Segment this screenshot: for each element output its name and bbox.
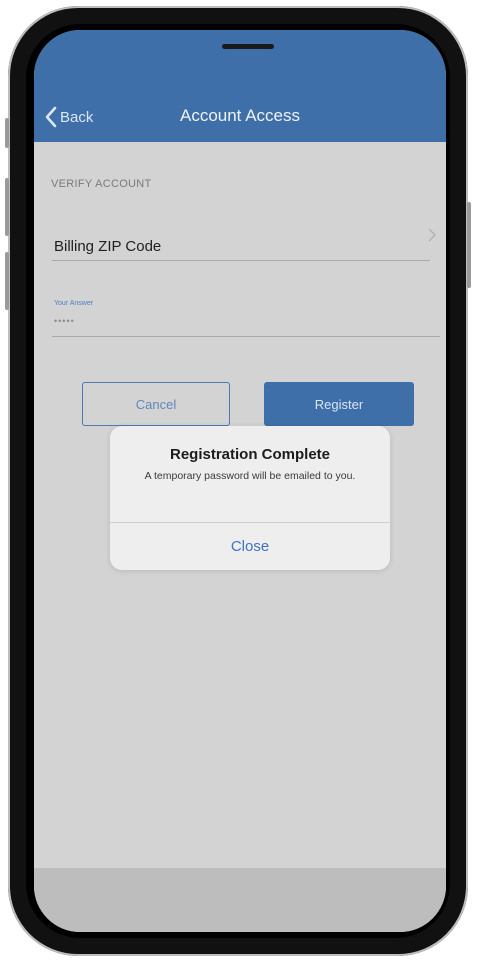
- registration-complete-dialog: Registration Complete A temporary passwo…: [110, 426, 390, 570]
- status-bar: [34, 30, 446, 92]
- dialog-title: Registration Complete: [169, 446, 331, 463]
- section-header: VERIFY ACCOUNT: [51, 178, 152, 190]
- phone-frame: Back Account Access VERIFY ACCOUNT Billi…: [5, 6, 471, 956]
- side-button-volume-down: [5, 252, 9, 310]
- speaker-notch: [222, 44, 274, 49]
- close-button[interactable]: Close: [110, 523, 390, 570]
- side-button-volume-up: [5, 178, 9, 236]
- home-indicator-area: [34, 868, 446, 932]
- zip-field-underline: [52, 260, 430, 261]
- answer-input[interactable]: •••••: [54, 316, 75, 326]
- answer-field-underline: [52, 336, 440, 337]
- billing-zip-field[interactable]: Billing ZIP Code: [54, 238, 161, 255]
- navigation-bar: Back Account Access: [34, 92, 446, 142]
- register-button[interactable]: Register: [264, 382, 414, 426]
- answer-field-label: Your Answer: [54, 300, 94, 307]
- dialog-message: A temporary password will be emailed to …: [144, 470, 356, 482]
- side-button-mute: [5, 118, 9, 148]
- page-title: Account Access: [179, 106, 300, 125]
- cancel-button[interactable]: Cancel: [82, 382, 230, 426]
- side-button-power: [467, 202, 471, 288]
- phone-screen: Back Account Access VERIFY ACCOUNT Billi…: [34, 30, 446, 932]
- chevron-right-icon: [428, 228, 436, 242]
